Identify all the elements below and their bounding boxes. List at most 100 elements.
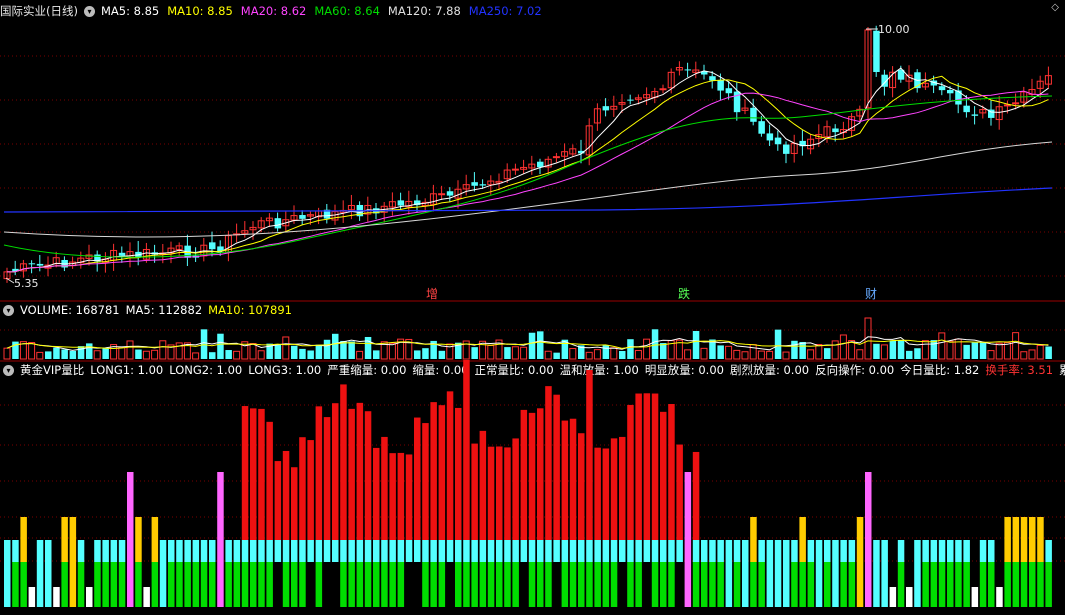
candle-body — [36, 263, 44, 266]
volume-bar — [700, 347, 708, 360]
high-price-label: 10.00 — [878, 23, 910, 36]
indicator-bar — [471, 562, 478, 607]
indicator-bar — [676, 540, 683, 562]
volume-bar — [422, 348, 429, 359]
volume-bar — [471, 347, 478, 359]
indicator-bar — [881, 540, 888, 607]
volume-bar — [192, 352, 200, 360]
indicator-bar — [897, 562, 905, 607]
indicator-bar — [520, 409, 528, 540]
indicator-chart[interactable] — [0, 360, 1065, 615]
indicator-bar — [651, 562, 659, 607]
volume-bar — [1045, 346, 1052, 359]
indicator-bar — [53, 587, 60, 607]
indicator-bar — [225, 540, 232, 562]
candle-body — [274, 218, 282, 229]
volume-bar — [684, 349, 692, 360]
indicator-bar — [938, 540, 946, 562]
indicator-bar — [61, 562, 68, 607]
indicator-bar — [569, 418, 577, 540]
indicator-bar — [512, 438, 519, 540]
candle-body — [28, 263, 36, 265]
indicator-bar — [184, 562, 191, 607]
candle-body — [684, 69, 692, 71]
volume-bar — [824, 348, 831, 359]
indicator-bar — [561, 562, 569, 607]
indicator-bar — [733, 562, 741, 607]
price-chart[interactable]: 10.00 5.35 增 跌 财 — [0, 0, 1065, 302]
indicator-bar — [250, 408, 257, 540]
indicator-bar — [241, 562, 249, 607]
low-price-label: 5.35 — [14, 277, 39, 290]
indicator-bar — [266, 540, 273, 562]
volume-bar — [791, 340, 798, 359]
indicator-bar — [438, 540, 446, 562]
volume-bar — [733, 349, 741, 360]
indicator-bar — [36, 540, 44, 607]
volume-chart[interactable] — [0, 300, 1065, 362]
indicator-bar — [414, 540, 421, 562]
volume-bar — [757, 350, 765, 360]
indicator-bar — [1012, 562, 1020, 607]
indicator-bar — [364, 411, 372, 540]
indicator-bar — [258, 562, 265, 607]
indicator-bar — [610, 562, 618, 607]
indicator-bar — [799, 517, 806, 562]
indicator-bar — [602, 562, 610, 607]
indicator-bar — [537, 562, 544, 607]
indicator-bar — [1020, 517, 1028, 562]
volume-bar — [414, 350, 421, 359]
candle-body — [659, 88, 667, 91]
indicator-bar — [373, 540, 380, 562]
indicator-bar — [528, 562, 536, 607]
indicator-bar — [627, 404, 634, 540]
event-mark: 跌 — [678, 286, 690, 301]
indicator-bar — [1037, 562, 1044, 607]
indicator-bar — [389, 540, 396, 562]
indicator-bar — [766, 540, 774, 607]
volume-bar — [971, 342, 979, 359]
volume-bar — [544, 350, 552, 360]
volume-bar — [725, 345, 733, 360]
event-mark: 财 — [865, 287, 877, 301]
indicator-bar — [619, 436, 626, 540]
indicator-bar — [807, 540, 815, 562]
indicator-bar — [906, 587, 913, 607]
volume-bar — [979, 342, 987, 359]
volume-bar — [36, 351, 44, 360]
volume-bar — [585, 351, 593, 360]
indicator-bar — [110, 562, 118, 607]
indicator-bar — [209, 540, 216, 562]
indicator-bar — [1037, 517, 1044, 562]
volume-bar — [880, 344, 888, 360]
volume-bar — [274, 344, 282, 359]
indicator-bar — [28, 587, 36, 607]
volume-bar — [930, 340, 938, 359]
indicator-bar — [586, 540, 593, 562]
indicator-bar — [561, 420, 569, 540]
indicator-bar — [381, 436, 388, 540]
volume-bar — [315, 344, 323, 359]
volume-bar — [906, 350, 913, 359]
indicator-bar — [856, 517, 864, 607]
indicator-bar — [528, 540, 536, 562]
indicator-bar — [389, 562, 396, 607]
volume-bar — [340, 340, 347, 359]
indicator-bar — [291, 540, 298, 562]
indicator-bar — [340, 384, 347, 540]
indicator-bar — [291, 562, 298, 607]
volume-bar — [511, 346, 519, 360]
volume-bar — [995, 342, 1003, 360]
indicator-bar — [258, 408, 265, 540]
indicator-bar — [479, 562, 487, 607]
indicator-bar — [545, 386, 552, 540]
indicator-bar — [496, 446, 503, 540]
indicator-bar — [692, 540, 700, 562]
indicator-bar — [979, 562, 987, 607]
candle-body — [552, 156, 560, 159]
indicator-bar — [184, 540, 191, 562]
indicator-bar — [922, 562, 929, 607]
indicator-bar — [930, 562, 938, 607]
indicator-bar — [250, 540, 257, 562]
volume-bar — [69, 350, 77, 359]
